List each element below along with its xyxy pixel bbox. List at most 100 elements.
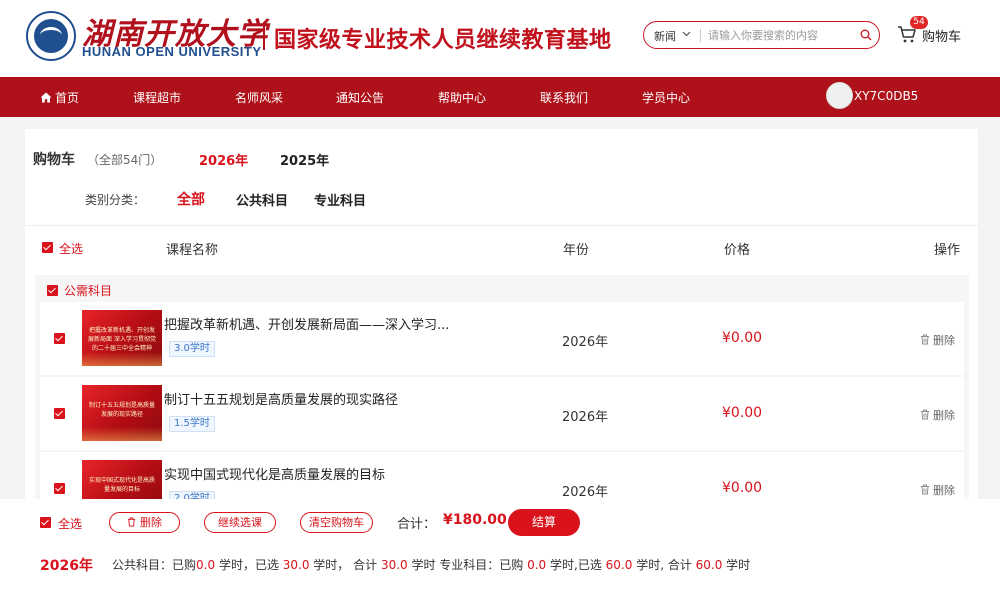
tab-year-2025[interactable]: 2025年 (280, 150, 329, 169)
search-separator (700, 29, 701, 42)
row-checkbox[interactable] (54, 408, 65, 419)
username[interactable]: XY7C0DB5 (854, 89, 918, 103)
chevron-down-icon[interactable] (682, 29, 691, 40)
site-header: 湖南开放大学 HUNAN OPEN UNIVERSITY 国家级专业技术人员继续… (0, 0, 1000, 77)
course-thumbnail[interactable]: 实现中国式现代化是高质量发展的目标 (82, 460, 162, 499)
summary-text: 学时, 合计 (632, 558, 696, 572)
table-row: 实现中国式现代化是高质量发展的目标 实现中国式现代化是高质量发展的目标 2.0学… (40, 452, 964, 499)
search-box: 新闻 (643, 21, 880, 49)
pro-selected-hours: 60.0 (605, 558, 633, 572)
summary-text: 已购 (172, 558, 197, 572)
bulk-delete-label: 删除 (140, 516, 162, 529)
clear-cart-button[interactable]: 清空购物车 (300, 512, 373, 533)
nav-item-course-market[interactable]: 课程超市 (133, 89, 181, 106)
public-selected-hours: 30.0 (282, 558, 310, 572)
course-price: ¥0.00 (722, 405, 763, 421)
row-checkbox[interactable] (54, 333, 65, 344)
avatar[interactable] (826, 82, 853, 109)
course-price: ¥0.00 (722, 480, 763, 496)
nav-item-contact[interactable]: 联系我们 (540, 89, 588, 106)
cart-link[interactable]: 54 购物车 (897, 16, 967, 46)
trash-icon (920, 334, 930, 345)
delete-label: 删除 (933, 334, 955, 347)
total-label: 合计： (397, 517, 437, 532)
search-icon[interactable] (860, 29, 872, 41)
category-professional[interactable]: 专业科目 (314, 190, 366, 209)
nav-item-notices[interactable]: 通知公告 (336, 89, 384, 106)
hours-badge: 1.5学时 (169, 416, 215, 432)
thumbnail-caption: 制订十五五规划是高质量发展的现实路径 (88, 402, 155, 418)
divider (25, 225, 978, 226)
footer-select-all-label[interactable]: 全选 (58, 515, 82, 532)
delete-label: 删除 (933, 484, 955, 497)
tab-year-2026[interactable]: 2026年 (199, 150, 248, 169)
cart-label[interactable]: 购物车 (922, 26, 961, 45)
table-row: 把握改革新机遇、开创发展新局面 深入学习贯彻党的二十届三中全会精神 把握改革新机… (40, 302, 964, 375)
course-name[interactable]: 把握改革新机遇、开创发展新局面——深入学习... (164, 314, 464, 333)
column-header-price: 价格 (724, 243, 751, 258)
continue-selecting-button[interactable]: 继续选课 (204, 512, 276, 533)
summary-text: 学时，已选 (215, 558, 283, 572)
column-header-name: 课程名称 (166, 243, 219, 258)
select-all-label[interactable]: 全选 (59, 240, 83, 257)
select-all-checkbox[interactable] (42, 242, 53, 253)
cart-footer: 全选 删除 继续选课 清空购物车 合计： ¥180.00 结算 2026年 公共… (0, 499, 1000, 590)
course-year: 2026年 (562, 485, 609, 499)
group-label: 公需科目 (64, 284, 113, 298)
row-checkbox[interactable] (54, 483, 65, 494)
summary-text: 学时,已选 (546, 558, 606, 572)
public-total-hours: 30.0 (380, 558, 408, 572)
nav-item-student-center[interactable]: 学员中心 (642, 89, 690, 106)
course-year: 2026年 (562, 410, 609, 425)
trash-icon (920, 409, 930, 420)
group-checkbox[interactable] (47, 285, 58, 296)
trash-icon (127, 514, 136, 527)
cart-panel: 购物车 （全部54门） 2026年 2025年 类别分类： 全部 公共科目 专业… (25, 129, 978, 499)
summary-text: 学时 专业科目：已购 (407, 558, 528, 572)
site-title: 国家级专业技术人员继续教育基地 (274, 28, 612, 53)
logo-divider (263, 22, 265, 50)
course-thumbnail[interactable]: 把握改革新机遇、开创发展新局面 深入学习贯彻党的二十届三中全会精神 (82, 310, 162, 366)
university-emblem-icon[interactable] (26, 11, 76, 61)
logo-english-name[interactable]: HUNAN OPEN UNIVERSITY (82, 44, 262, 59)
column-header-action: 操作 (934, 243, 961, 258)
thumbnail-caption: 把握改革新机遇、开创发展新局面 深入学习贯彻党的二十届三中全会精神 (88, 327, 156, 352)
table-row: 制订十五五规划是高质量发展的现实路径 制订十五五规划是高质量发展的现实路径 1.… (40, 377, 964, 450)
page-title: 购物车 (33, 152, 75, 168)
main-nav: 首页 课程超市 名师风采 通知公告 帮助中心 联系我们 学员中心 XY7C0DB… (0, 77, 1000, 117)
category-public[interactable]: 公共科目 (236, 190, 288, 209)
course-name[interactable]: 制订十五五规划是高质量发展的现实路径 (164, 389, 464, 408)
summary-year: 2026年 (40, 558, 93, 574)
course-thumbnail[interactable]: 制订十五五规划是高质量发展的现实路径 (82, 385, 162, 441)
delete-button[interactable]: 删除 (920, 407, 955, 423)
nav-item-label: 首页 (55, 91, 80, 105)
column-header-year: 年份 (563, 243, 590, 258)
summary-text: 学时， 合计 (309, 558, 381, 572)
course-group-public: 公需科目 把握改革新机遇、开创发展新局面 深入学习贯彻党的二十届三中全会精神 把… (35, 275, 969, 499)
search-category-select[interactable]: 新闻 (654, 28, 676, 44)
summary-text: 学时 (722, 558, 751, 572)
course-year: 2026年 (562, 335, 609, 350)
cart-course-count: （全部54门） (87, 153, 163, 167)
course-price: ¥0.00 (722, 330, 763, 346)
nav-item-help[interactable]: 帮助中心 (438, 89, 486, 106)
checkout-button[interactable]: 结算 (508, 509, 580, 536)
hours-badge: 2.0学时 (169, 491, 215, 499)
public-bought-hours: 0.0 (196, 558, 216, 572)
nav-item-home[interactable]: 首页 (40, 89, 79, 106)
thumbnail-caption: 实现中国式现代化是高质量发展的目标 (88, 477, 155, 493)
nav-item-teachers[interactable]: 名师风采 (235, 89, 283, 106)
delete-label: 删除 (933, 409, 955, 422)
delete-button[interactable]: 删除 (920, 482, 955, 498)
delete-button[interactable]: 删除 (920, 332, 955, 348)
course-name[interactable]: 实现中国式现代化是高质量发展的目标 (164, 464, 464, 483)
bulk-delete-button[interactable]: 删除 (109, 512, 180, 533)
footer-select-all-checkbox[interactable] (40, 517, 51, 528)
search-input[interactable] (708, 25, 848, 45)
total-amount: ¥180.00 (443, 512, 507, 528)
pro-total-hours: 60.0 (695, 558, 723, 572)
category-filter-label: 类别分类： (85, 193, 146, 207)
home-icon (40, 92, 52, 103)
hours-badge: 3.0学时 (169, 341, 215, 357)
category-all[interactable]: 全部 (177, 189, 205, 209)
